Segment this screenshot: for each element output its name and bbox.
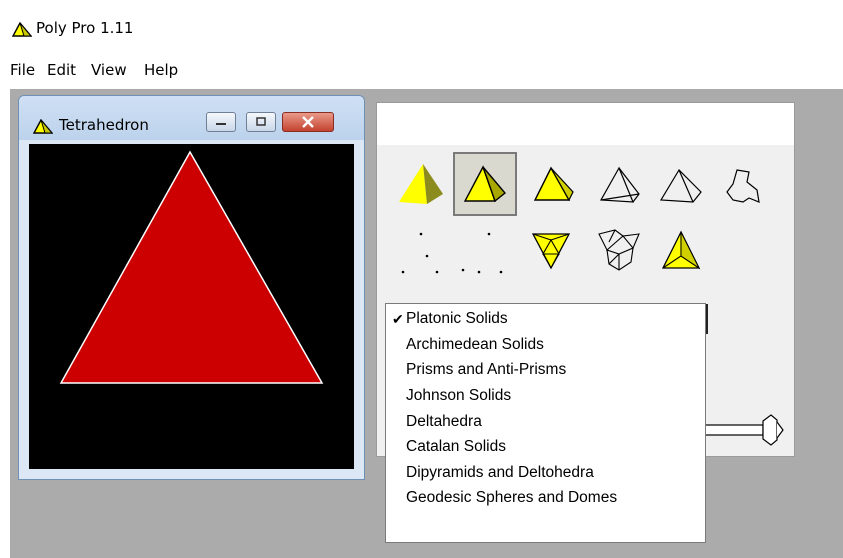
minimize-button[interactable] (206, 112, 236, 132)
minimize-icon (216, 123, 226, 125)
app-title: Poly Pro 1.11 (36, 19, 134, 37)
render-canvas[interactable] (29, 144, 354, 469)
workspace-left-edge (0, 89, 10, 558)
tetrahedron-wireframe-icon[interactable] (587, 153, 651, 217)
tetrahedron-shape (59, 150, 324, 384)
panel-header (377, 103, 794, 145)
tetrahedron-solid-icon[interactable] (389, 153, 453, 217)
child-titlebar[interactable]: Tetrahedron (19, 96, 364, 140)
dropdown-item-dipyramids[interactable]: Dipyramids and Deltohedra (386, 460, 705, 486)
child-window-title: Tetrahedron (59, 116, 149, 134)
maximize-button[interactable] (246, 112, 276, 132)
tetrahedron-dual-icon[interactable] (521, 219, 585, 283)
dropdown-item-archimedean-solids[interactable]: Archimedean Solids (386, 332, 705, 358)
dropdown-item-johnson-solids[interactable]: Johnson Solids (386, 383, 705, 409)
maximize-icon (256, 117, 266, 126)
menu-bar: File Edit View Help (0, 56, 843, 86)
close-icon (302, 116, 314, 128)
tetrahedron-edges-icon[interactable] (521, 153, 585, 217)
tetrahedron-outline-icon[interactable] (649, 153, 713, 217)
app-titlebar: Poly Pro 1.11 (0, 0, 843, 56)
dropdown-item-deltahedra[interactable]: Deltahedra (386, 409, 705, 435)
vertices-dots-icon[interactable] (389, 219, 453, 283)
menu-help[interactable]: Help (144, 61, 178, 79)
close-button[interactable] (282, 112, 334, 132)
tetrahedron-faceted-icon[interactable] (649, 219, 713, 283)
tetrahedron-window[interactable]: Tetrahedron (18, 95, 365, 480)
dropdown-item-catalan-solids[interactable]: Catalan Solids (386, 434, 705, 460)
slider-handle[interactable] (705, 412, 787, 448)
checkmark-icon: ✔ (392, 311, 404, 327)
menu-file[interactable]: File (10, 61, 35, 79)
dropdown-item-platonic-solids[interactable]: ✔ Platonic Solids (386, 306, 705, 332)
pyramid-icon (33, 119, 53, 134)
menu-view[interactable]: View (91, 61, 127, 79)
pyramid-icon (12, 22, 32, 37)
combo-box-edge (706, 304, 708, 334)
menu-edit[interactable]: Edit (47, 61, 76, 79)
tetrahedron-shaded-icon[interactable] (453, 152, 517, 216)
vertices-dots-alt-icon[interactable] (453, 219, 517, 283)
dropdown-item-geodesic[interactable]: Geodesic Spheres and Domes (386, 485, 705, 511)
solid-category-dropdown[interactable]: ✔ Platonic Solids Archimedean Solids Pri… (385, 303, 706, 543)
stellation-icon[interactable] (587, 219, 651, 283)
dropdown-item-prisms[interactable]: Prisms and Anti-Prisms (386, 357, 705, 383)
tetrahedron-net-icon[interactable] (713, 153, 777, 217)
